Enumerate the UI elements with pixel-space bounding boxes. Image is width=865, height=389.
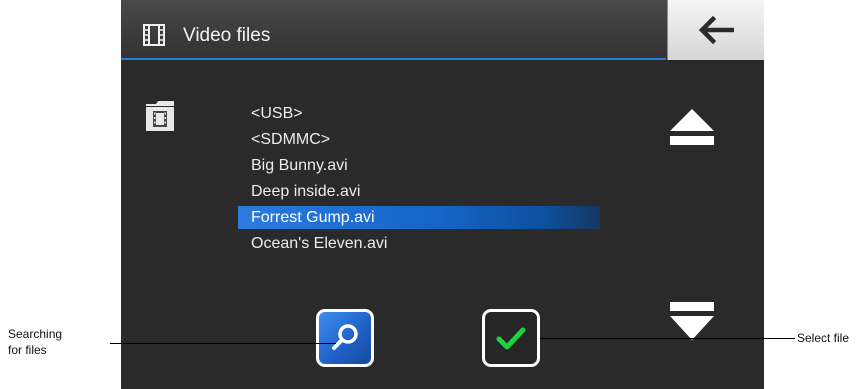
film-folder-icon xyxy=(146,101,174,131)
search-button[interactable] xyxy=(316,309,374,367)
back-arrow-icon xyxy=(698,16,734,44)
magnifier-icon xyxy=(332,324,358,350)
list-item-sdmmc[interactable]: <SDMMC> xyxy=(238,127,638,153)
list-item-usb[interactable]: <USB> xyxy=(238,101,638,127)
select-callout-label: Select file xyxy=(797,331,850,345)
list-item-file[interactable]: Ocean's Eleven.avi xyxy=(238,231,638,257)
list-item-file[interactable]: Big Bunny.avi xyxy=(238,153,638,179)
device-screen: Video files <USB> <SDMMC> Big Bunny.avi … xyxy=(121,0,764,389)
list-item-file[interactable]: Deep inside.avi xyxy=(238,179,638,205)
back-button[interactable] xyxy=(667,0,764,60)
checkmark-icon xyxy=(496,327,526,350)
eject-down-icon[interactable] xyxy=(664,300,720,346)
page-title: Video files xyxy=(183,25,271,46)
file-list: <USB> <SDMMC> Big Bunny.avi Deep inside.… xyxy=(238,101,638,257)
search-callout-line xyxy=(110,343,336,344)
title-bar: Video files xyxy=(121,0,764,60)
eject-up-icon[interactable] xyxy=(664,107,720,147)
select-callout-line xyxy=(540,338,795,339)
list-item-file-selected[interactable]: Forrest Gump.avi xyxy=(238,206,600,229)
search-callout-label: Searching for files xyxy=(8,327,63,357)
title-bar-underline xyxy=(121,58,666,60)
select-button[interactable] xyxy=(482,309,540,367)
film-strip-icon xyxy=(143,24,165,46)
